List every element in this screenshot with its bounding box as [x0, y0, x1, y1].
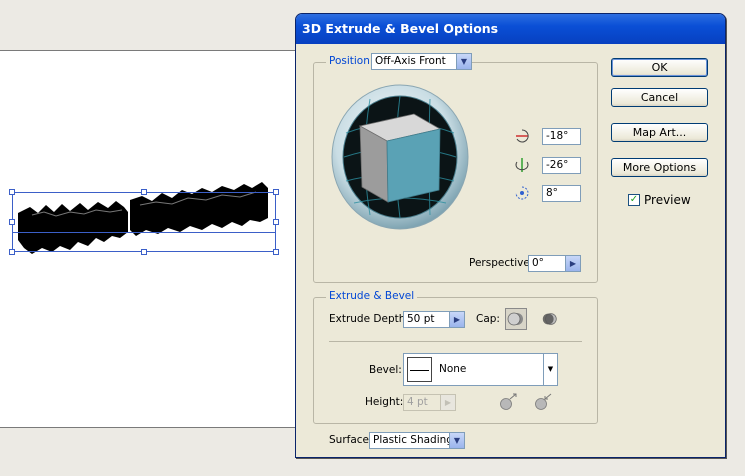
perspective-label: Perspective:: [469, 257, 534, 269]
resize-handle-middle-right[interactable]: [273, 219, 279, 225]
bevel-label: Bevel:: [369, 364, 402, 376]
chevron-down-icon: ▼: [449, 433, 464, 448]
cap-on-button[interactable]: [505, 308, 527, 330]
resize-handle-top-right[interactable]: [273, 189, 279, 195]
x-axis-rotation-icon: [516, 129, 529, 143]
y-rotation-input[interactable]: -26°: [542, 157, 581, 174]
height-input: 4 pt ▶: [403, 394, 456, 411]
cap-off-icon[interactable]: [541, 310, 559, 328]
cap-label: Cap:: [476, 313, 500, 325]
selection-bounding-box[interactable]: [12, 192, 276, 252]
selection-baseline: [12, 232, 276, 233]
surface-dropdown[interactable]: Plastic Shading ▼: [369, 432, 465, 449]
bevel-preview-box: [407, 357, 432, 382]
resize-handle-top-left[interactable]: [9, 189, 15, 195]
extrude-bevel-dialog: 3D Extrude & Bevel Options Position: Off…: [295, 13, 726, 458]
chevron-right-icon: ▶: [440, 395, 455, 410]
extrude-depth-input[interactable]: 50 pt ▶: [403, 311, 465, 328]
chevron-right-icon[interactable]: ▶: [565, 256, 580, 271]
resize-handle-bottom-left[interactable]: [9, 249, 15, 255]
preview-checkbox[interactable]: ✓: [628, 194, 640, 206]
cap-on-icon: [507, 312, 523, 326]
more-options-button[interactable]: More Options: [611, 158, 708, 177]
cancel-button[interactable]: Cancel: [611, 88, 708, 107]
perspective-value: 0°: [532, 257, 544, 269]
height-value: 4 pt: [407, 396, 428, 408]
z-rotation-input[interactable]: 8°: [542, 185, 581, 202]
z-axis-rotation-icon: [515, 186, 529, 200]
cube-front-face: [386, 128, 441, 203]
bevel-preview-line: [410, 370, 429, 371]
dialog-title[interactable]: 3D Extrude & Bevel Options: [296, 14, 725, 44]
extrude-depth-label: Extrude Depth:: [329, 313, 409, 325]
bevel-extent-in-icon[interactable]: [532, 392, 554, 412]
chevron-down-icon: ▼: [543, 354, 557, 385]
resize-handle-bottom-center[interactable]: [141, 249, 147, 255]
bevel-dropdown[interactable]: None ▼: [403, 353, 558, 386]
chevron-down-icon: ▼: [456, 54, 471, 69]
bevel-extent-out-icon[interactable]: [497, 392, 519, 412]
ok-button[interactable]: OK: [611, 58, 708, 77]
y-axis-rotation-icon: [515, 158, 529, 172]
extrude-bevel-legend: Extrude & Bevel: [326, 290, 418, 302]
surface-label: Surface:: [329, 434, 373, 446]
extrude-depth-value: 50 pt: [407, 313, 435, 325]
x-rotation-input[interactable]: -18°: [542, 128, 581, 145]
position-label: Position:: [326, 55, 377, 67]
rotation-track-cube[interactable]: [330, 83, 470, 231]
bevel-value: None: [439, 363, 467, 375]
position-preset-value: Off-Axis Front: [375, 55, 446, 67]
surface-value: Plastic Shading: [373, 434, 453, 446]
preview-label[interactable]: Preview: [644, 193, 691, 207]
position-preset-dropdown[interactable]: Off-Axis Front ▼: [371, 53, 472, 70]
bevel-separator: [329, 341, 582, 342]
map-art-button[interactable]: Map Art...: [611, 123, 708, 142]
height-label: Height:: [365, 396, 404, 408]
perspective-input[interactable]: 0° ▶: [528, 255, 581, 272]
resize-handle-top-center[interactable]: [141, 189, 147, 195]
resize-handle-middle-left[interactable]: [9, 219, 15, 225]
resize-handle-bottom-right[interactable]: [273, 249, 279, 255]
chevron-right-icon[interactable]: ▶: [449, 312, 464, 327]
